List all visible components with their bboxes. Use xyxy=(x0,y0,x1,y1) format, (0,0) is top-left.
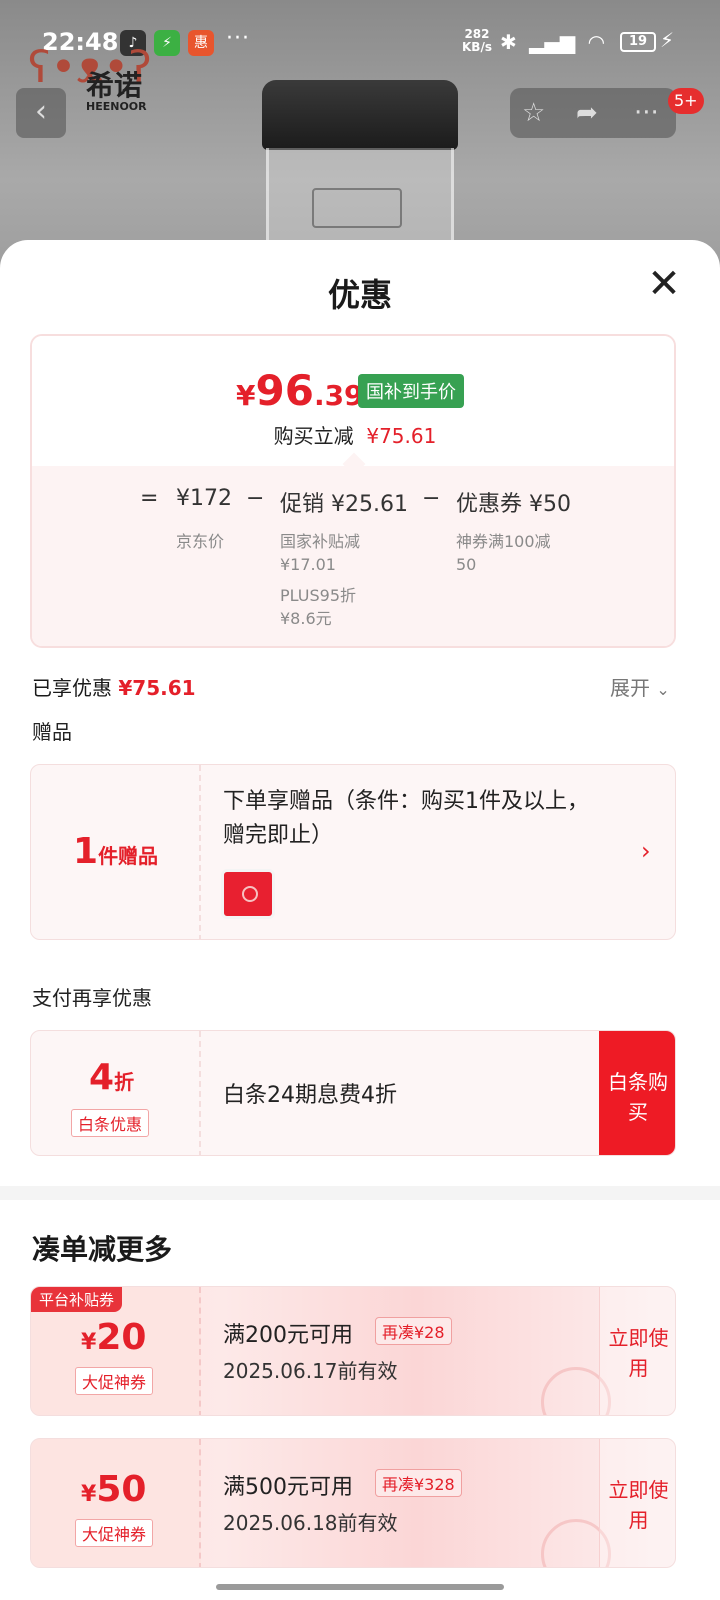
gift-section-label: 赠品 xyxy=(32,720,72,744)
star-icon[interactable]: ☆ xyxy=(522,98,545,128)
baitiao-buy-button[interactable]: 白条购买 xyxy=(599,1031,675,1155)
baitiao-offer-card: 4折 白条优惠 白条24期息费4折 白条购买 xyxy=(30,1030,676,1156)
coupon-card: ¥50 大促神券 满500元可用 再凑¥328 2025.06.18前有效 立即… xyxy=(30,1438,676,1568)
promo-sub-label: 国家补贴减 xyxy=(280,532,361,551)
coupon-condition: 满200元可用 xyxy=(223,1323,353,1348)
share-icon[interactable]: ➦ xyxy=(576,98,598,128)
more-discount-title: 凑单减更多 xyxy=(32,1233,173,1266)
expand-button[interactable]: 展开 ⌄ xyxy=(610,672,670,701)
plus-discount-value: ¥8.6元 xyxy=(280,609,332,628)
more-notifications-icon: ··· xyxy=(226,26,250,51)
sheet-title: 优惠 xyxy=(327,276,392,314)
jd-price-label: 京东价 xyxy=(176,532,225,551)
baitiao-tag: 白条优惠 xyxy=(71,1109,150,1137)
coupon-type-tag: 大促神券 xyxy=(75,1519,154,1547)
use-coupon-button[interactable]: 立即使用 xyxy=(599,1439,675,1567)
section-divider xyxy=(0,1186,720,1200)
baitiao-offer-text: 白条24期息费4折 xyxy=(223,1083,397,1108)
more-icon[interactable]: ··· xyxy=(634,98,659,128)
plus-discount-label: PLUS95折 xyxy=(280,586,356,605)
network-speed: 282 KB/s xyxy=(462,27,492,54)
discount-sheet: 优惠 ✕ ¥96.39 国补到手价 购买立减 ¥75.61 = ¥172 京东价… xyxy=(0,240,720,1600)
coupon-sub-value: 50 xyxy=(456,555,477,574)
coupon-amount: 优惠券 ¥50 xyxy=(456,492,571,517)
charging-bolt-icon: ⚡ xyxy=(660,28,675,52)
coupon-more-needed: 再凑¥328 xyxy=(375,1469,462,1497)
final-price: ¥96.39 xyxy=(236,366,364,415)
coupon-more-needed: 再凑¥28 xyxy=(375,1317,452,1345)
gift-description: 下单享赠品（条件：购买1件及以上，赠完即止） xyxy=(223,789,589,848)
top-actions-bar: ☆ ➦ ··· xyxy=(510,88,676,138)
enjoyed-discount: 已享优惠 ¥75.61 xyxy=(32,676,196,700)
promo-amount: 促销 ¥25.61 xyxy=(280,492,408,517)
battery-icon: 19 xyxy=(620,32,656,52)
back-button[interactable]: ‹ xyxy=(16,88,66,138)
chevron-left-icon: ‹ xyxy=(35,94,47,129)
wifi-icon: ◠ xyxy=(587,30,606,54)
coupon-condition: 满500元可用 xyxy=(223,1475,353,1500)
close-button[interactable]: ✕ xyxy=(644,264,684,306)
minus-sign: − xyxy=(422,486,441,511)
pay-section-label: 支付再享优惠 xyxy=(32,986,152,1010)
close-icon: ✕ xyxy=(647,261,681,307)
gift-count: 1件赠品 xyxy=(73,831,159,872)
home-indicator[interactable] xyxy=(216,1584,504,1590)
coupon-expiry: 2025.06.18前有效 xyxy=(223,1511,398,1535)
platform-subsidy-tag: 平台补贴券 xyxy=(31,1287,123,1312)
discount-rate: 4折 xyxy=(89,1057,135,1098)
coupon-amount: ¥20 xyxy=(81,1317,147,1358)
minus-sign: − xyxy=(246,486,265,511)
message-badge: 5+ xyxy=(668,88,704,114)
signal-icon: ▂▄▆ xyxy=(529,30,576,54)
gift-thumbnail xyxy=(221,869,275,919)
connectivity-icons: ✱ ▂▄▆ ◠ xyxy=(500,30,605,54)
equals-sign: = xyxy=(140,486,159,511)
instant-discount: 购买立减 ¥75.61 xyxy=(273,424,437,448)
chevron-down-icon: ⌄ xyxy=(656,680,670,699)
subsidy-price-tag: 国补到手价 xyxy=(358,374,464,408)
coupon-type-tag: 大促神券 xyxy=(75,1367,154,1395)
use-coupon-button[interactable]: 立即使用 xyxy=(599,1287,675,1415)
bluetooth-icon: ✱ xyxy=(500,30,517,54)
price-breakdown-card: ¥96.39 国补到手价 购买立减 ¥75.61 = ¥172 京东价 − 促销… xyxy=(30,334,676,648)
coupon-amount: ¥50 xyxy=(81,1469,147,1510)
jd-price: ¥172 xyxy=(176,486,232,511)
coupon-card: 平台补贴券 ¥20 大促神券 满200元可用 再凑¥28 2025.06.17前… xyxy=(30,1286,676,1416)
shopping-app-icon: 惠 xyxy=(188,30,214,56)
promo-sub-value: ¥17.01 xyxy=(280,555,336,574)
coupon-expiry: 2025.06.17前有效 xyxy=(223,1359,398,1383)
gift-card[interactable]: 1件赠品 下单享赠品（条件：购买1件及以上，赠完即止） › xyxy=(30,764,676,940)
chevron-right-icon: › xyxy=(641,837,651,865)
coupon-sub-label: 神券满100减 xyxy=(456,532,551,551)
